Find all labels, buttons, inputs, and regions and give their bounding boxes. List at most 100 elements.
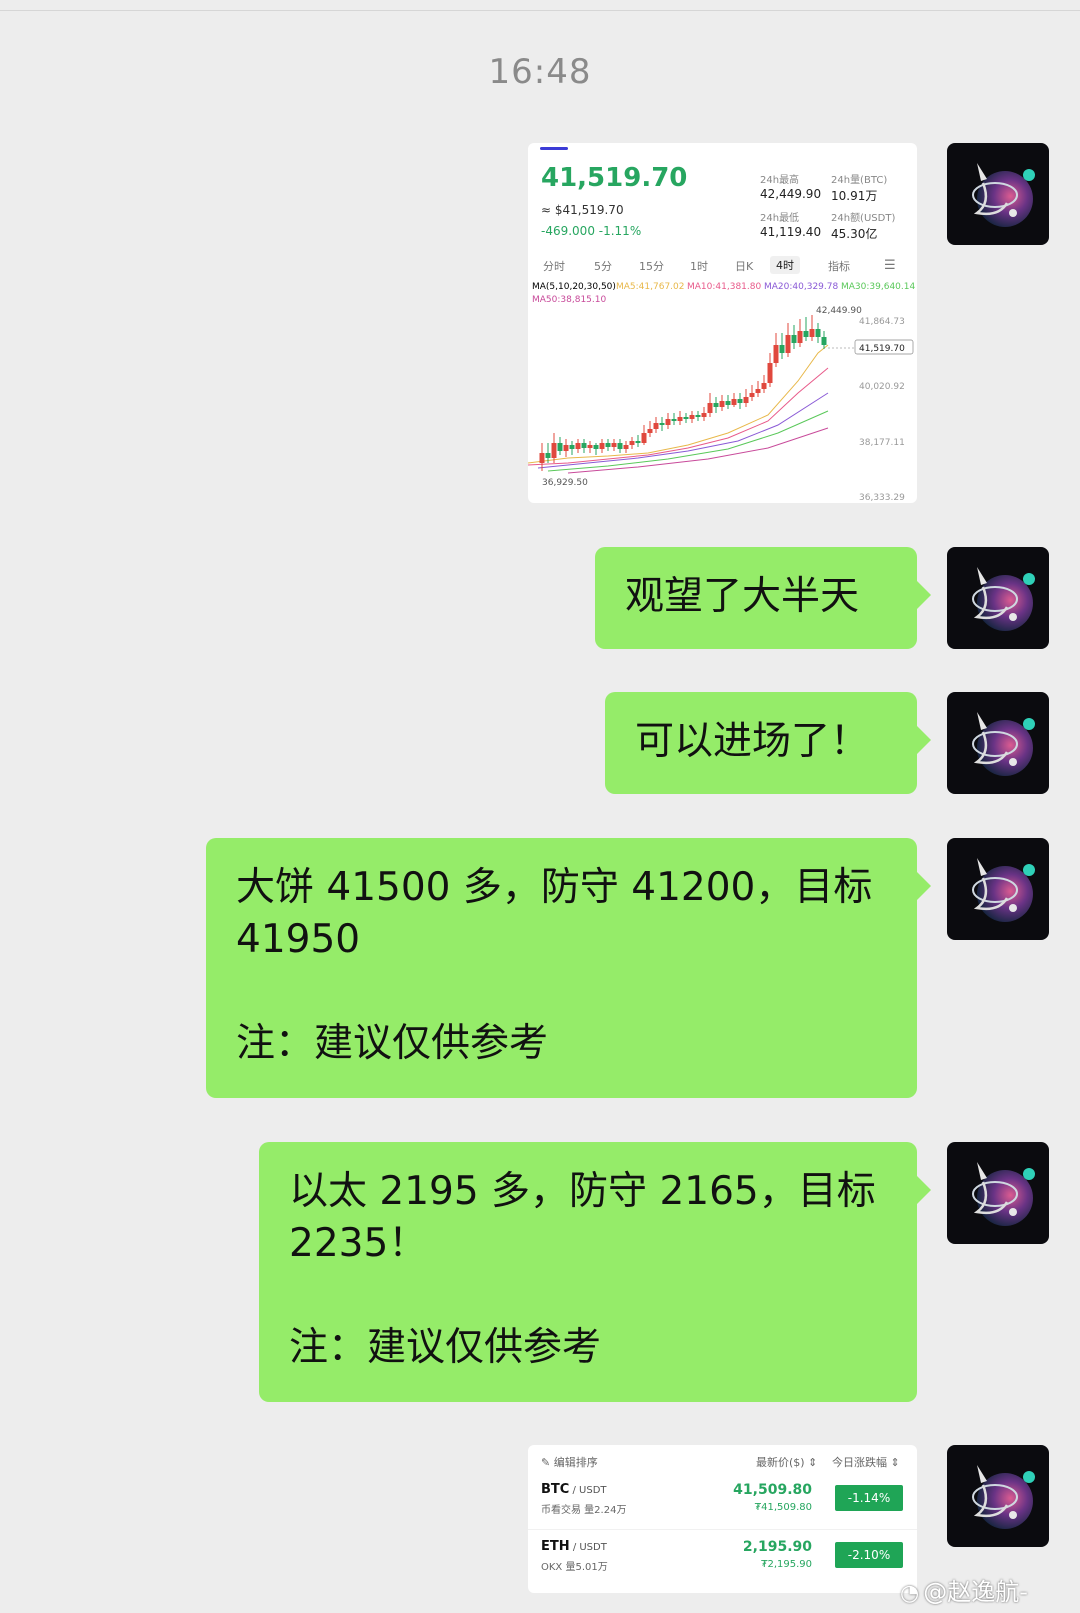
stat-label: 24h额(USDT) xyxy=(831,213,896,224)
ma-label: MA20:40,329.78 xyxy=(764,282,839,292)
tab-5m[interactable]: 5分 xyxy=(594,258,612,274)
axis-label: 38,177.11 xyxy=(859,438,905,448)
candle-body xyxy=(587,445,593,448)
ma-lines xyxy=(528,344,829,474)
candle-body xyxy=(761,383,767,389)
symbol-sub: 币看交易 量2.24万 xyxy=(541,1505,627,1516)
edit-icon: ✎ xyxy=(541,1456,554,1469)
candle-body xyxy=(665,419,671,425)
candles xyxy=(539,315,827,471)
candle-body xyxy=(725,401,731,405)
market-image-message[interactable]: ✎ 编辑排序 最新价($) ⇕ 今日涨跌幅 ⇕ BTC / USDT 币看交易 … xyxy=(528,1445,917,1593)
tab-indicator xyxy=(540,147,568,150)
sender-avatar[interactable] xyxy=(947,1142,1049,1244)
ma-label: MA5:41,767.02 xyxy=(616,282,685,292)
interval-tabs: 分时 5分 15分 1时 日K 4时 指标 ☰ xyxy=(528,255,917,277)
planet-icon xyxy=(972,712,1035,776)
row-divider xyxy=(528,1529,917,1530)
candle-body xyxy=(683,417,689,419)
candle-body xyxy=(695,415,701,417)
tab-indicators[interactable]: 指标 xyxy=(828,258,850,274)
stat-value: 45.30亿 xyxy=(831,227,878,241)
symbol: ETH / USDT xyxy=(541,1539,607,1554)
chart-image-message[interactable]: 41,519.70 ≈ $41,519.70 -469.000 -1.11% 2… xyxy=(528,143,917,503)
last-price: 41,509.80 xyxy=(733,1482,812,1498)
candle-body xyxy=(563,445,569,451)
change-column-header: 今日涨跌幅 ⇕ xyxy=(832,1456,900,1469)
sender-avatar[interactable] xyxy=(947,547,1049,649)
candle-body xyxy=(647,429,653,433)
message-text: 2235！ xyxy=(289,1221,428,1266)
change-badge: -1.14% xyxy=(835,1485,903,1511)
stat-label: 24h最低 xyxy=(760,213,800,224)
candle-body xyxy=(611,443,617,447)
text-message-bubble[interactable]: 可以进场了！ xyxy=(605,692,931,794)
settings-icon[interactable]: ☰ xyxy=(884,258,896,273)
edit-sort-label: ✎ 编辑排序 xyxy=(541,1456,598,1469)
stat-value: 10.91万 xyxy=(831,189,878,203)
message-text: 观望了大半天 xyxy=(625,574,860,619)
candle-body xyxy=(539,453,545,463)
candle-body xyxy=(719,401,725,407)
candle-body xyxy=(677,417,683,421)
current-price-label: 41,519.70 xyxy=(859,344,905,354)
tab-15m[interactable]: 15分 xyxy=(639,258,664,274)
sender-avatar[interactable] xyxy=(947,143,1049,245)
text-message-bubble[interactable]: 以太 2195 多，防守 2165，目标 2235！ 注：建议仅供参考 xyxy=(259,1142,931,1402)
message-text: 注：建议仅供参考 xyxy=(289,1325,602,1370)
planet-icon xyxy=(972,163,1035,227)
candle-body xyxy=(701,413,707,417)
candle-body xyxy=(815,329,821,337)
message-text: 可以进场了！ xyxy=(635,719,870,764)
candle-body xyxy=(803,331,809,337)
tab-1d[interactable]: 日K xyxy=(735,258,753,274)
symbol-sub: OKX 量5.01万 xyxy=(541,1562,608,1573)
text-message-bubble[interactable]: 观望了大半天 xyxy=(595,547,931,649)
candle-body xyxy=(743,397,749,403)
converted-price: ₮41,509.80 xyxy=(754,1502,812,1513)
axis-label: 40,020.92 xyxy=(859,382,905,392)
candle-body xyxy=(635,441,641,443)
ma-label: MA10:41,381.80 xyxy=(687,282,762,292)
sender-avatar[interactable] xyxy=(947,838,1049,940)
ma-label: MA30:39,640.14 xyxy=(841,282,916,292)
planet-icon xyxy=(972,1465,1035,1529)
planet-icon xyxy=(972,858,1035,922)
candle-body xyxy=(569,445,575,449)
tab-4h[interactable]: 4时 xyxy=(770,256,800,274)
sender-avatar[interactable] xyxy=(947,692,1049,794)
candle-body xyxy=(797,331,803,343)
candle-body xyxy=(551,443,557,458)
high-label: 42,449.90 xyxy=(816,306,862,316)
converted-price: ₮2,195.90 xyxy=(761,1559,812,1570)
message-text: 大饼 41500 多，防守 41200，目标 xyxy=(236,865,873,910)
candle-body xyxy=(545,453,551,458)
candle-body xyxy=(809,329,815,337)
change-badge: -2.10% xyxy=(835,1542,903,1568)
candle-body xyxy=(773,345,779,363)
text-message-bubble[interactable]: 大饼 41500 多，防守 41200，目标 41950 注：建议仅供参考 xyxy=(206,838,931,1098)
candle-body xyxy=(737,399,743,403)
message-text: 41950 xyxy=(236,917,361,962)
tab-1h[interactable]: 1时 xyxy=(690,258,708,274)
weibo-watermark: ◔ @赵逸航- xyxy=(900,1578,1028,1606)
tab-fenshi[interactable]: 分时 xyxy=(543,258,565,274)
message-timestamp: 16:48 xyxy=(488,52,592,92)
price-column-header: 最新价($) ⇕ xyxy=(756,1456,818,1469)
stat-value: 41,119.40 xyxy=(760,225,822,239)
candle-body xyxy=(779,345,785,353)
candle-body xyxy=(785,335,791,353)
candle-body xyxy=(671,419,677,421)
candle-body xyxy=(617,443,623,449)
candle-body xyxy=(575,443,581,449)
stat-value: 42,449.90 xyxy=(760,187,822,201)
candle-body xyxy=(713,403,719,407)
last-price: 2,195.90 xyxy=(742,1539,812,1555)
axis-label: 36,333.29 xyxy=(859,493,905,503)
candle-body xyxy=(599,443,605,449)
candle-body xyxy=(731,399,737,405)
message-text: 注：建议仅供参考 xyxy=(236,1021,549,1066)
sender-avatar[interactable] xyxy=(947,1445,1049,1547)
